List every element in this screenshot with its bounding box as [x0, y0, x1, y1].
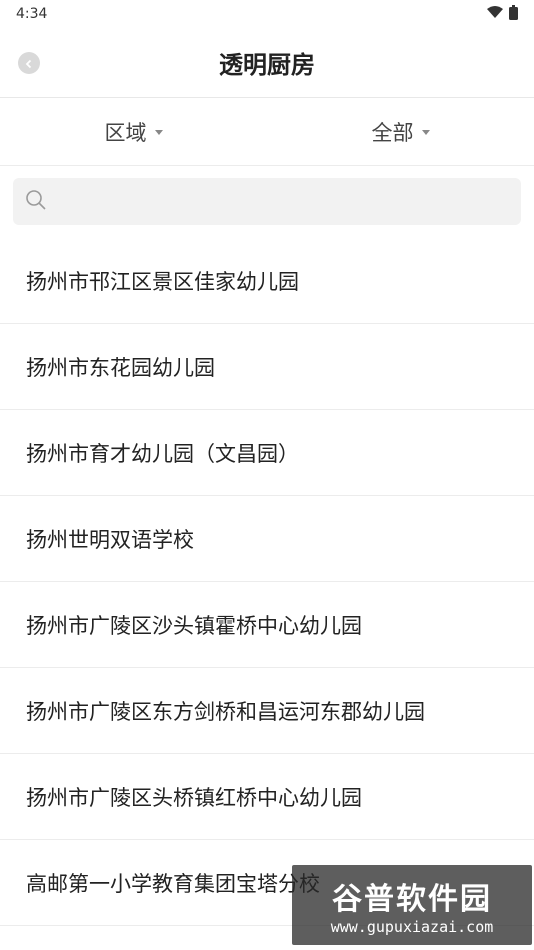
- chevron-left-icon: [24, 54, 34, 73]
- list-item-label: 扬州市东花园幼儿园: [26, 355, 215, 380]
- filter-all-label: 全部: [371, 120, 414, 145]
- list-item[interactable]: 扬州市育才幼儿园（文昌园）: [0, 410, 534, 496]
- list-item-label: 高邮第一小学教育集团宝塔分校: [26, 871, 320, 896]
- school-list: 扬州市邗江区景区佳家幼儿园 扬州市东花园幼儿园 扬州市育才幼儿园（文昌园） 扬州…: [0, 238, 534, 926]
- search-box[interactable]: [13, 178, 521, 225]
- list-item-label: 扬州市广陵区东方剑桥和昌运河东郡幼儿园: [26, 699, 425, 724]
- list-item-label: 扬州市邗江区景区佳家幼儿园: [26, 269, 299, 294]
- list-item-label: 扬州市广陵区头桥镇红桥中心幼儿园: [26, 785, 362, 810]
- caret-down-icon: [421, 130, 430, 135]
- list-item[interactable]: 扬州市邗江区景区佳家幼儿园: [0, 238, 534, 324]
- search-input[interactable]: [47, 190, 521, 213]
- list-item-label: 扬州市广陵区沙头镇霍桥中心幼儿园: [26, 613, 362, 638]
- status-time: 4:34: [16, 6, 48, 22]
- page-title: 透明厨房: [219, 51, 315, 79]
- watermark-logo: 谷普软件园 www.gupuxiazai.com: [292, 865, 532, 945]
- filter-all[interactable]: 全部: [267, 98, 534, 165]
- status-bar: 4:34: [0, 0, 534, 28]
- list-item[interactable]: 扬州市广陵区东方剑桥和昌运河东郡幼儿园: [0, 668, 534, 754]
- header: 透明厨房: [0, 28, 534, 98]
- list-item-label: 扬州世明双语学校: [26, 527, 194, 552]
- back-button[interactable]: [18, 52, 40, 74]
- search-icon: [25, 189, 47, 215]
- filter-region[interactable]: 区域: [0, 98, 267, 165]
- list-item[interactable]: 扬州市东花园幼儿园: [0, 324, 534, 410]
- list-item[interactable]: 扬州市广陵区头桥镇红桥中心幼儿园: [0, 754, 534, 840]
- list-item[interactable]: 扬州市广陵区沙头镇霍桥中心幼儿园: [0, 582, 534, 668]
- status-icons: [487, 4, 518, 24]
- caret-down-icon: [154, 130, 163, 135]
- battery-icon: [509, 4, 518, 24]
- watermark-title: 谷普软件园: [332, 882, 492, 917]
- watermark-url: www.gupuxiazai.com: [330, 918, 494, 936]
- list-item[interactable]: 扬州世明双语学校: [0, 496, 534, 582]
- filter-region-label: 区域: [104, 120, 147, 145]
- wifi-icon: [487, 5, 503, 23]
- filter-bar: 区域 全部: [0, 98, 534, 166]
- list-item-label: 扬州市育才幼儿园（文昌园）: [26, 441, 299, 466]
